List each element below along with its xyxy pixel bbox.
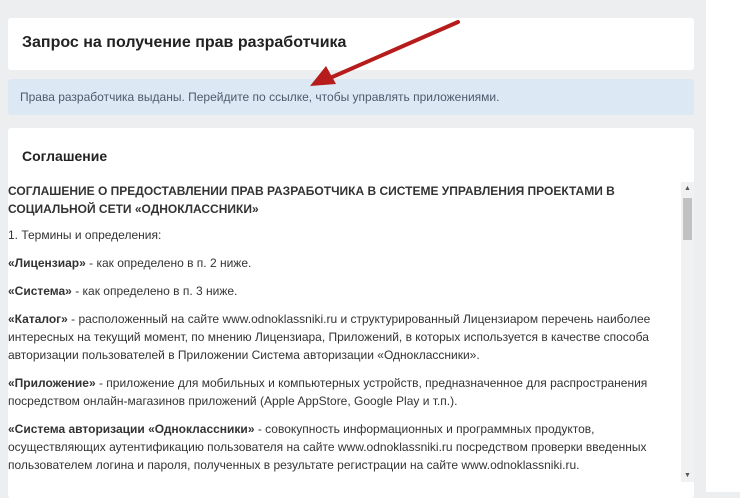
term-item: «Система» - как определено в п. 3 ниже. xyxy=(8,282,682,300)
agreement-text: СОГЛАШЕНИЕ О ПРЕДОСТАВЛЕНИИ ПРАВ РАЗРАБО… xyxy=(8,182,682,474)
notice-banner: Права разработчика выданы. Перейдите по … xyxy=(8,79,694,115)
agreement-scroll-area[interactable]: СОГЛАШЕНИЕ О ПРЕДОСТАВЛЕНИИ ПРАВ РАЗРАБО… xyxy=(8,182,682,482)
notice-text[interactable]: Права разработчика выданы. Перейдите по … xyxy=(20,90,499,104)
agreement-section-heading: 1. Термины и определения: xyxy=(8,228,162,242)
term-item: «Система авторизации «Одноклассники» - с… xyxy=(8,420,682,474)
term-definition: - как определено в п. 2 ниже. xyxy=(85,256,252,270)
term-definition: - приложение для мобильных и компьютерны… xyxy=(8,376,648,408)
term-definition: - расположенный на сайте www.odnoklassni… xyxy=(8,312,651,362)
term-item: «Каталог» - расположенный на сайте www.o… xyxy=(8,310,682,364)
scroll-down-icon[interactable]: ▼ xyxy=(681,469,694,482)
term-item: «Приложение» - приложение для мобильных … xyxy=(8,374,682,410)
scroll-thumb[interactable] xyxy=(683,198,692,240)
term-name: «Каталог» xyxy=(8,312,68,326)
term-name: «Система» xyxy=(8,284,72,298)
agreement-heading: Соглашение xyxy=(22,148,108,164)
term-name: «Система авторизации «Одноклассники» xyxy=(8,422,255,436)
scroll-up-icon[interactable]: ▲ xyxy=(681,182,694,195)
page-title: Запрос на получение прав разработчика xyxy=(22,34,347,51)
right-gutter xyxy=(706,0,740,492)
agreement-card: Соглашение СОГЛАШЕНИЕ О ПРЕДОСТАВЛЕНИИ П… xyxy=(8,128,694,498)
request-card: Запрос на получение прав разработчика xyxy=(8,18,694,70)
term-name: «Лицензиар» xyxy=(8,256,86,270)
agreement-scrollbar[interactable]: ▲ ▼ xyxy=(681,182,694,482)
term-definition: - как определено в п. 3 ниже. xyxy=(71,284,238,298)
term-name: «Приложение» xyxy=(8,376,96,390)
agreement-doc-title: СОГЛАШЕНИЕ О ПРЕДОСТАВЛЕНИИ ПРАВ РАЗРАБО… xyxy=(8,184,615,216)
term-item: «Лицензиар» - как определено в п. 2 ниже… xyxy=(8,254,682,272)
